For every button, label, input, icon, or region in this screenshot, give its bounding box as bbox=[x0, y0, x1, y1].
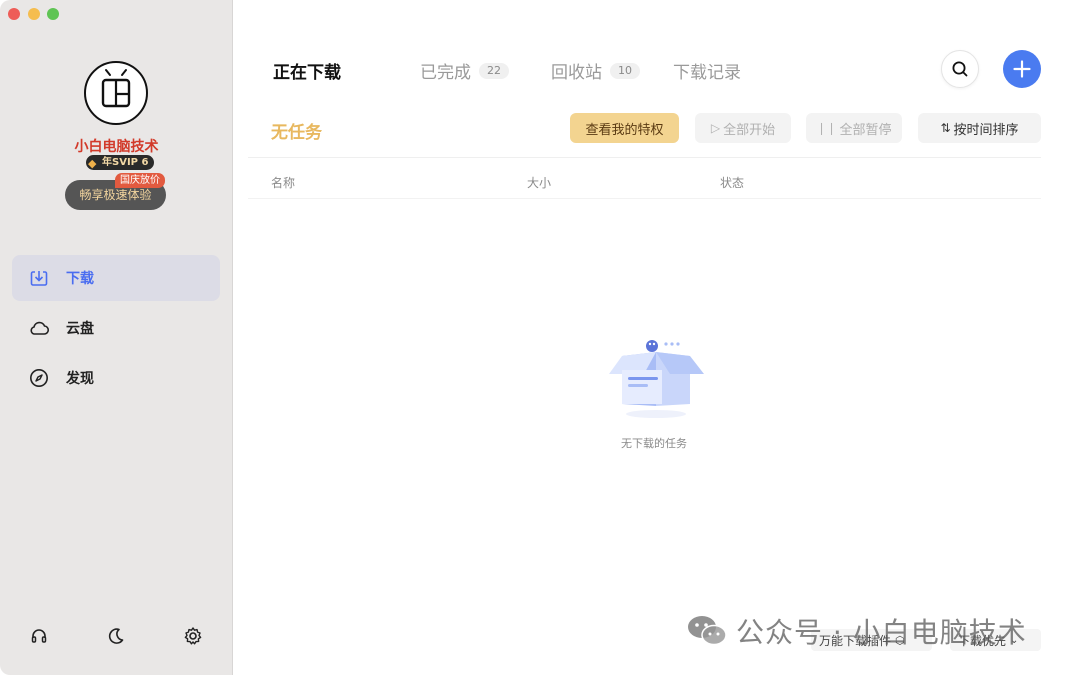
view-privilege-button[interactable]: 查看我的特权 bbox=[570, 113, 679, 143]
start-all-label: 全部开始 bbox=[723, 122, 776, 138]
sort-label: 按时间排序 bbox=[953, 122, 1019, 138]
tab-recycle-bin[interactable]: 回收站 10 bbox=[551, 58, 640, 83]
sidebar-item-download[interactable]: 下载 bbox=[12, 255, 220, 301]
minimize-window-button[interactable] bbox=[28, 8, 40, 20]
tab-label: 下载记录 bbox=[673, 63, 741, 83]
sidebar-item-label: 发现 bbox=[66, 371, 94, 387]
column-header-name: 名称 bbox=[271, 176, 296, 190]
headset-icon[interactable] bbox=[28, 625, 50, 647]
sidebar-item-label: 下载 bbox=[66, 271, 94, 287]
sidebar-item-label: 云盘 bbox=[66, 321, 94, 337]
app-window: 小白电脑技术 ◆ 年SVIP 6 畅享极速体验 国庆放价 下载 云盘 发现 正在… bbox=[0, 0, 1080, 675]
moon-icon[interactable] bbox=[105, 625, 127, 647]
start-all-button[interactable]: ▷ 全部开始 bbox=[695, 113, 791, 143]
sort-by-time-button[interactable]: ⇅ 按时间排序 bbox=[918, 113, 1041, 143]
watermark: 公众号 · 小白电脑技术 bbox=[686, 611, 1027, 651]
pause-all-label: 全部暂停 bbox=[839, 122, 892, 138]
plus-icon bbox=[1013, 60, 1031, 78]
search-button[interactable] bbox=[941, 50, 979, 88]
username[interactable]: 小白电脑技术 bbox=[0, 136, 233, 156]
close-window-button[interactable] bbox=[8, 8, 20, 20]
empty-state-label: 无下载的任务 bbox=[621, 437, 687, 450]
zoom-window-button[interactable] bbox=[47, 8, 59, 20]
wechat-icon bbox=[688, 616, 727, 646]
svip-label: 年SVIP 6 bbox=[102, 157, 149, 168]
column-header-size: 大小 bbox=[527, 176, 552, 190]
promo-badge: 国庆放价 bbox=[115, 173, 165, 188]
sidebar-item-discover[interactable]: 发现 bbox=[12, 355, 220, 401]
compass-icon bbox=[28, 367, 50, 389]
add-task-button[interactable] bbox=[1003, 50, 1041, 88]
tab-count-badge: 10 bbox=[610, 62, 640, 79]
tab-label: 回收站 bbox=[551, 63, 602, 83]
tab-downloading[interactable]: 正在下载 bbox=[273, 58, 341, 83]
avatar[interactable] bbox=[84, 61, 148, 125]
tab-count-badge: 22 bbox=[479, 62, 509, 79]
search-icon bbox=[952, 61, 968, 77]
pause-icon: ❘❘ bbox=[816, 121, 837, 135]
diamond-icon: ◆ bbox=[88, 157, 97, 170]
divider bbox=[248, 157, 1041, 158]
gear-icon[interactable] bbox=[182, 625, 204, 647]
no-task-label: 无任务 bbox=[271, 123, 322, 143]
tab-label: 已完成 bbox=[420, 63, 471, 83]
tab-label: 正在下载 bbox=[273, 63, 341, 83]
sidebar: 小白电脑技术 ◆ 年SVIP 6 畅享极速体验 国庆放价 下载 云盘 发现 bbox=[0, 0, 233, 675]
watermark-text: 公众号 · 小白电脑技术 bbox=[736, 616, 1027, 649]
svip-badge[interactable]: ◆ 年SVIP 6 bbox=[86, 155, 155, 170]
empty-box-illustration bbox=[609, 340, 704, 418]
sidebar-item-cloud[interactable]: 云盘 bbox=[12, 305, 220, 351]
divider bbox=[248, 198, 1041, 199]
play-icon: ▷ bbox=[710, 121, 721, 135]
column-header-status: 状态 bbox=[720, 176, 745, 190]
pause-all-button[interactable]: ❘❘ 全部暂停 bbox=[806, 113, 902, 143]
sort-icon: ⇅ bbox=[940, 121, 951, 135]
cloud-icon bbox=[28, 317, 50, 339]
download-icon bbox=[28, 267, 50, 289]
tab-download-history[interactable]: 下载记录 bbox=[673, 58, 741, 83]
tab-completed[interactable]: 已完成 22 bbox=[420, 58, 509, 83]
tv-logo-icon bbox=[101, 69, 131, 108]
